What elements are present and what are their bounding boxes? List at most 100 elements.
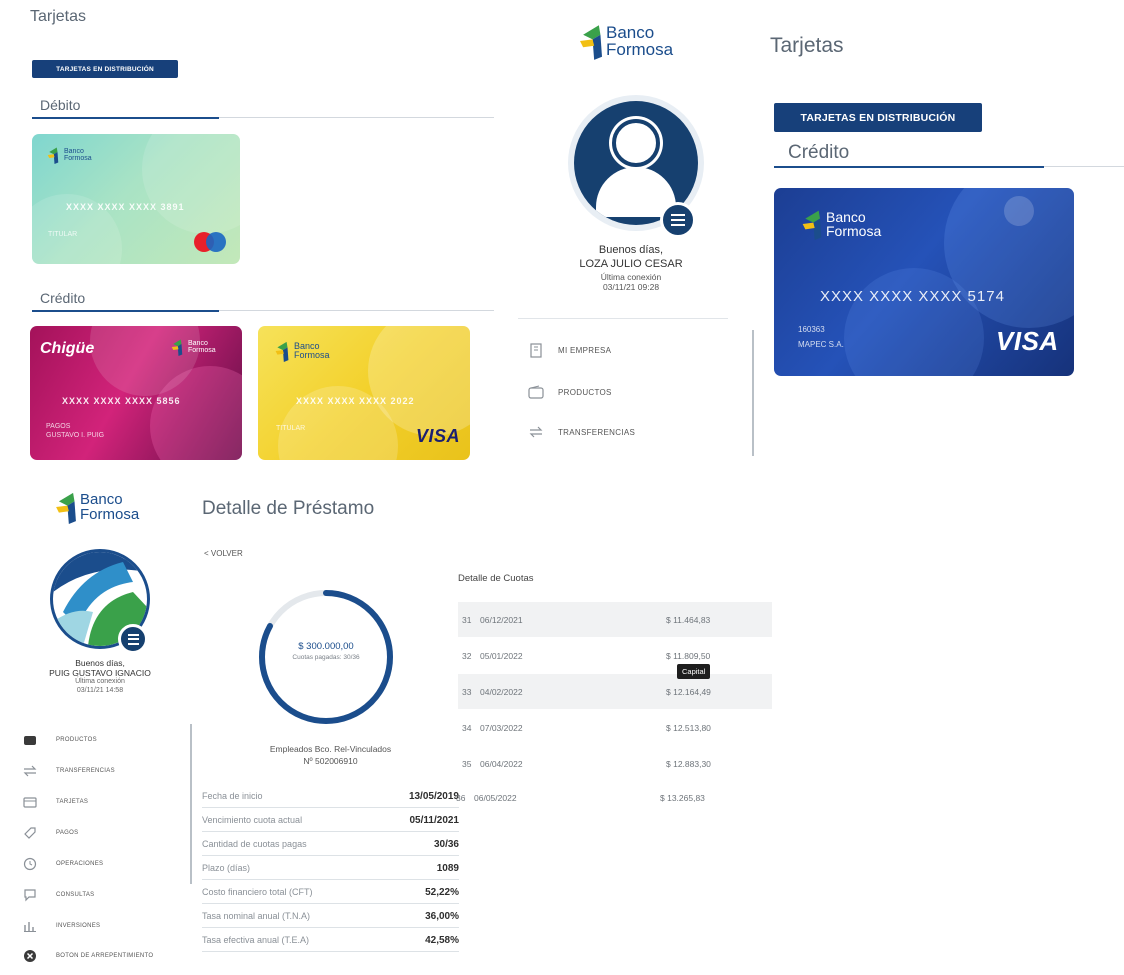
last-login-label: Última conexión [75, 678, 125, 686]
menu-item-label: CONSULTAS [56, 892, 95, 898]
menu-item-label: PRODUCTOS [56, 737, 97, 743]
tooltip: Capital [677, 664, 711, 679]
visa-logo: VISA [996, 326, 1059, 356]
user-name: PUIG GUSTAVO IGNACIO [49, 668, 151, 679]
menu-item-pagos[interactable]: PAGOS [22, 825, 78, 841]
menu-icon[interactable] [118, 624, 148, 654]
transfer-icon [528, 424, 544, 440]
cuotas-title: Detalle de Cuotas [458, 573, 534, 584]
card-number: XXXX XXXX XXXX 3891 [66, 202, 185, 212]
bank-logo[interactable]: Banco Formosa [580, 22, 673, 60]
detail-row: Costo financiero total (CFT) 52,22% [202, 881, 459, 904]
card-number: XXXX XXXX XXXX 5856 [62, 396, 181, 406]
gold-card[interactable]: Banco Formosa XXXX XXXX XXXX 2022 TITULAR… [258, 326, 470, 460]
detail-row: Tasa nominal anual (T.N.A) 36,00% [202, 905, 459, 928]
bank-logo-icon [275, 341, 289, 362]
greeting: Buenos días, [75, 658, 125, 668]
bank-logo-icon [580, 25, 602, 60]
credit-heading: Crédito [788, 142, 850, 163]
credit-heading: Crédito [40, 290, 86, 306]
chat-icon [22, 887, 38, 903]
menu-item-inversiones[interactable]: INVERSIONES [22, 918, 100, 934]
detail-row: Fecha de inicio 13/05/2019 [202, 785, 459, 808]
transfer-icon [22, 763, 38, 779]
page-title: Tarjetas [770, 34, 844, 57]
bank-logo-icon [47, 147, 59, 164]
distribution-badge[interactable]: TARJETAS EN DISTRIBUCIÓN [32, 60, 178, 78]
panel-credit: Tarjetas TARJETAS EN DISTRIBUCIÓN Crédit… [762, 0, 1124, 462]
panel-debit: Tarjetas TARJETAS EN DISTRIBUCIÓN Débito… [0, 0, 500, 462]
page-title: Tarjetas [30, 8, 87, 25]
menu-item-consultas[interactable]: CONSULTAS [22, 887, 94, 903]
cuota-row[interactable]: 34 07/03/2022 $ 12.513,80 [458, 710, 772, 745]
wallet-icon [22, 732, 38, 748]
loan-amount: $ 300.000,00 [298, 641, 354, 652]
cuota-row[interactable]: 32 05/01/2022 $ 11.809,50 [458, 638, 772, 673]
menu-item-productos[interactable]: PRODUCTOS [528, 384, 612, 400]
cuota-row[interactable]: 33 04/02/2022 $ 12.164,49 [458, 674, 772, 709]
close-circle-icon [22, 948, 38, 964]
visa-logo: VISA [416, 426, 461, 446]
bank-logo[interactable]: Banco Formosa [56, 490, 139, 524]
last-login-value: 03/11/21 14:58 [76, 686, 124, 694]
user-silhouette-icon [612, 119, 660, 167]
menu-icon[interactable] [660, 202, 696, 238]
menu-item-productos[interactable]: PRODUCTOS [22, 732, 97, 748]
detail-row: Tasa efectiva anual (T.E.A) 42,58% [202, 929, 459, 952]
wallet-icon [528, 384, 544, 400]
detail-row: Plazo (días) 1089 [202, 857, 459, 880]
cuotas-pagadas: Cuotas pagadas: 30/36 [292, 654, 360, 661]
detail-row: Vencimiento cuota actual 05/11/2021 [202, 809, 459, 832]
menu-item-label: TRANSFERENCIAS [558, 427, 636, 437]
bank-logo-icon [171, 339, 183, 356]
menu-item-label: OPERACIONES [56, 861, 104, 867]
card-holder: TITULAR [48, 231, 78, 238]
menu-item-label: TRANSFERENCIAS [56, 768, 115, 774]
menu-item-tarjetas[interactable]: TARJETAS [22, 794, 88, 810]
menu-item-transferencias[interactable]: TRANSFERENCIAS [528, 424, 635, 440]
panel-profile: Banco Formosa Buenos días, LOZA JULIO CES… [500, 0, 762, 462]
page-title: Detalle de Préstamo [202, 498, 375, 519]
card-holder: PAGOS GUSTAVO I. PUIG [46, 423, 105, 440]
chigue-card[interactable]: Chigüe Banco Formosa XXXX XXXX XXXX 5856 … [30, 326, 242, 460]
debit-heading: Débito [40, 97, 81, 113]
debit-card[interactable]: Banco Formosa XXXX XXXX XXXX 3891 TITULAR [32, 134, 240, 264]
clock-icon [22, 856, 38, 872]
cuota-row[interactable]: 31 06/12/2021 $ 11.464,83 [458, 602, 772, 637]
menu-item-boton-arrepentimiento[interactable]: BOTON DE ARREPENTIMIENTO [22, 948, 153, 964]
loan-name: Empleados Bco. Rel-Vinculados [269, 744, 392, 754]
sidebar-scrollbar[interactable] [190, 724, 192, 884]
last-login-label: Última conexión [600, 271, 662, 282]
user-name: LOZA JULIO CESAR [579, 257, 683, 270]
menu-item-label: TARJETAS [56, 799, 89, 805]
loan-progress-ring: $ 300.000,00 Cuotas pagadas: 30/36 [256, 587, 396, 727]
card-icon [22, 794, 38, 810]
mastercard-icon [194, 232, 226, 252]
menu-item-label: PRODUCTOS [558, 387, 612, 397]
loan-number: Nº 502006910 [303, 755, 358, 766]
distribution-badge[interactable]: TARJETAS EN DISTRIBUCIÓN [774, 103, 982, 132]
menu-item-transferencias[interactable]: TRANSFERENCIAS [22, 763, 115, 779]
detail-row: Cantidad de cuotas pagas 30/36 [202, 833, 459, 856]
card-holder: TITULAR [276, 425, 306, 432]
back-link[interactable]: < VOLVER [204, 549, 243, 558]
bank-logo-icon [802, 210, 822, 240]
menu-item-label: MI EMPRESA [558, 345, 612, 355]
chigue-brand: Chigüe [40, 340, 95, 357]
visa-credit-card[interactable]: Banco Formosa XXXX XXXX XXXX 5174 160363 M… [774, 188, 1074, 376]
menu-item-label: BOTON DE ARREPENTIMIENTO [56, 953, 154, 959]
greeting: Buenos días, [598, 244, 664, 256]
card-holder: 160363 MAPEC S.A. [798, 325, 844, 350]
menu-item-mi-empresa[interactable]: MI EMPRESA [528, 342, 611, 358]
cuota-row[interactable]: 35 06/04/2022 $ 12.883,30 [458, 746, 772, 781]
sidebar-scrollbar[interactable] [752, 330, 754, 456]
menu-item-label: PAGOS [56, 830, 79, 836]
last-login-value: 03/11/21 09:28 [602, 282, 660, 293]
cuota-row[interactable]: 36 06/05/2022 $ 13.265,83 [452, 780, 766, 815]
menu-item-operaciones[interactable]: OPERACIONES [22, 856, 103, 872]
credit-underline [32, 310, 219, 312]
building-icon [528, 342, 544, 358]
panel-loan: Banco Formosa Detalle de Préstamo < VOLVE… [0, 462, 1124, 975]
credit-underline [774, 166, 1044, 168]
menu-item-label: INVERSIONES [56, 923, 101, 929]
